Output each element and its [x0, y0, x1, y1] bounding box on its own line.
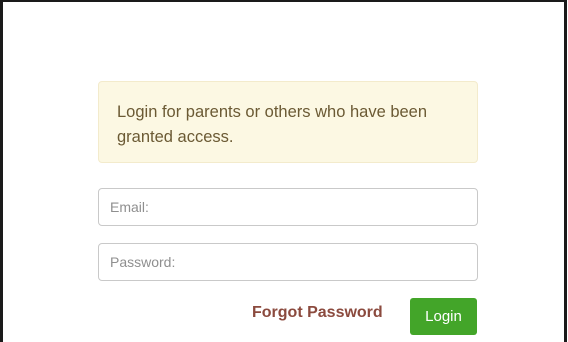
- email-field[interactable]: [98, 188, 478, 226]
- notice-text: Login for parents or others who have bee…: [117, 103, 428, 146]
- forgot-password-link[interactable]: Forgot Password: [252, 304, 383, 322]
- info-notice: Login for parents or others who have bee…: [98, 81, 478, 163]
- password-field[interactable]: [98, 243, 478, 281]
- login-button[interactable]: Login: [410, 298, 477, 335]
- login-panel: Login for parents or others who have bee…: [0, 0, 567, 342]
